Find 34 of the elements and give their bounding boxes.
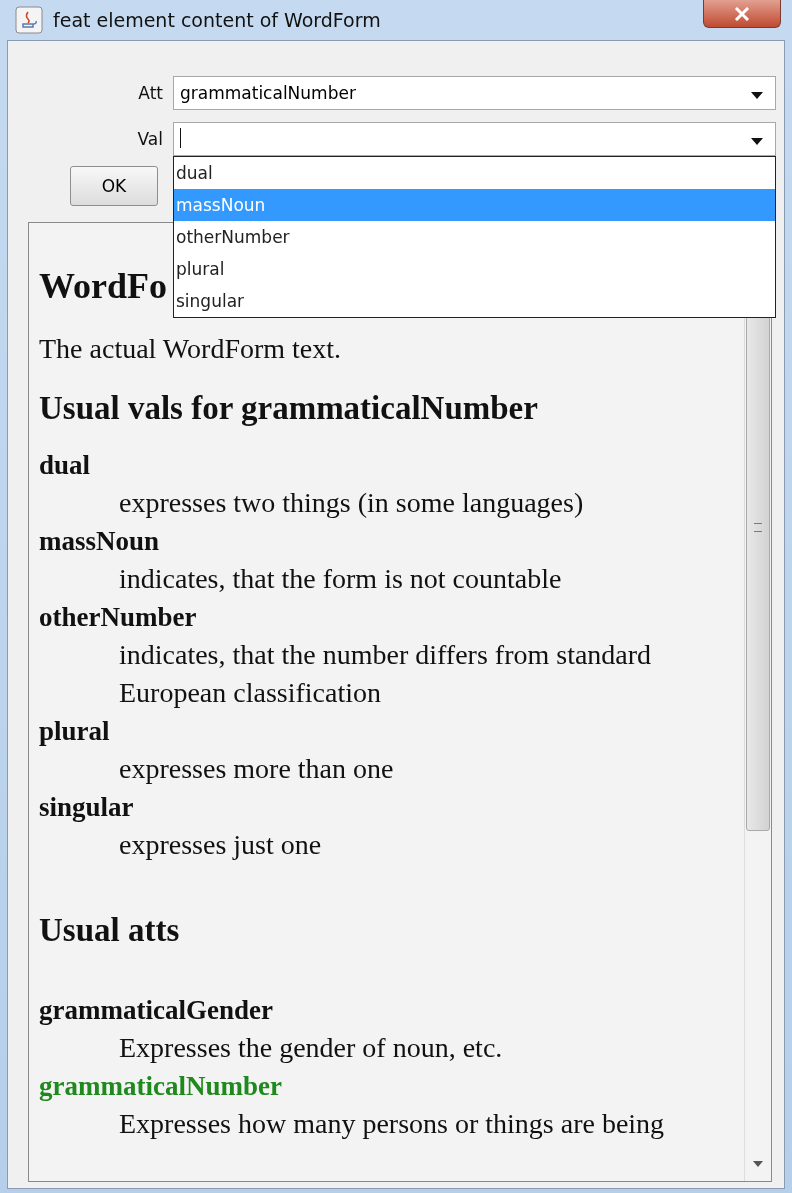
term: plural [39,715,111,748]
att-label: Att [137,83,164,103]
term-description: indicates, that the number differs from standard European classification [118,638,653,710]
section-heading: Usual atts [39,911,181,950]
section-heading: Usual vals for grammaticalNumber [39,389,539,428]
term-description: expresses two things (in some languages) [118,486,585,520]
term-description: Expresses how many persons or things are being [118,1107,666,1141]
term: massNoun [39,525,161,558]
cup-icon [15,6,43,34]
term: otherNumber [39,601,198,634]
term-description: Expresses the gender of noun, etc. [118,1031,504,1065]
doc-heading: WordFo [39,265,167,308]
dropdown-option[interactable]: otherNumber [174,221,775,253]
att-combo-box[interactable]: grammaticalNumber [173,76,776,110]
term: grammaticalNumber [39,1070,283,1103]
term: dual [39,449,92,482]
doc-intro: The actual WordForm text. [39,332,343,366]
caret-icon [751,137,763,145]
term: grammaticalGender [39,994,274,1027]
caret-icon [751,91,763,99]
window-title: feat element content of WordForm [53,9,381,31]
scroll-down-arrow[interactable] [753,1161,763,1167]
val-label: Val [136,129,164,149]
text-cursor [180,128,181,148]
close-icon [734,6,750,21]
dropdown-option[interactable]: dual [174,157,775,189]
close-button[interactable] [703,0,781,28]
term-description: indicates, that the form is not countable [118,562,563,596]
term-description: expresses more than one [118,752,395,786]
term-description: expresses just one [118,828,323,862]
term: singular [39,791,135,824]
dropdown-option[interactable]: plural [174,253,775,285]
ok-button[interactable]: OK [70,166,158,206]
dropdown-option[interactable]: singular [174,285,775,317]
